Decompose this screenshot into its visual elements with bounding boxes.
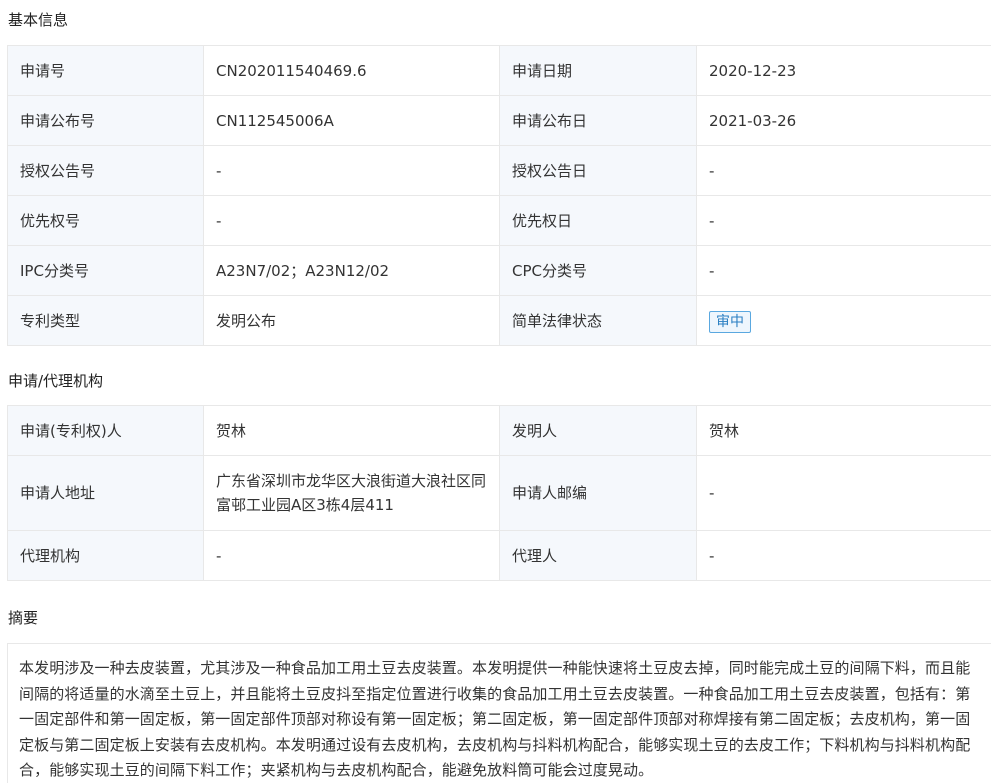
field-label: 申请人地址	[7, 455, 204, 531]
field-label: CPC分类号	[499, 245, 697, 296]
field-label: 代理机构	[7, 530, 204, 581]
field-value: -	[696, 195, 991, 246]
field-value: 贺林	[696, 405, 991, 456]
field-label: 代理人	[499, 530, 697, 581]
table-row: 授权公告号 - 授权公告日 -	[7, 145, 991, 196]
field-label: 申请人邮编	[499, 455, 697, 531]
field-label: 简单法律状态	[499, 295, 697, 346]
field-label: 专利类型	[7, 295, 204, 346]
section-title-abstract: 摘要	[8, 609, 39, 627]
field-value: -	[203, 530, 500, 581]
field-value: -	[696, 530, 991, 581]
field-label: 申请日期	[499, 45, 697, 96]
field-label: 申请(专利权)人	[7, 405, 204, 456]
field-value: A23N7/02；A23N12/02	[203, 245, 500, 296]
field-value: -	[203, 145, 500, 196]
field-label: 授权公告日	[499, 145, 697, 196]
table-row: IPC分类号 A23N7/02；A23N12/02 CPC分类号 -	[7, 245, 991, 296]
field-label: 优先权日	[499, 195, 697, 246]
section-title-basic-info: 基本信息	[8, 11, 69, 29]
field-value: CN202011540469.6	[203, 45, 500, 96]
table-row: 优先权号 - 优先权日 -	[7, 195, 991, 246]
field-value: -	[696, 455, 991, 531]
field-value: 发明公布	[203, 295, 500, 346]
field-value: 贺林	[203, 405, 500, 456]
field-value: 广东省深圳市龙华区大浪街道大浪社区同富邨工业园A区3栋4层411	[203, 455, 500, 531]
field-label: 发明人	[499, 405, 697, 456]
basic-info-table: 申请号 CN202011540469.6 申请日期 2020-12-23 申请公…	[7, 45, 991, 346]
field-label: 申请公布号	[7, 95, 204, 146]
table-row: 代理机构 - 代理人 -	[7, 530, 991, 581]
field-label: 申请号	[7, 45, 204, 96]
field-label: 授权公告号	[7, 145, 204, 196]
field-label: IPC分类号	[7, 245, 204, 296]
field-label: 申请公布日	[499, 95, 697, 146]
status-badge: 审中	[709, 310, 751, 333]
table-row: 申请(专利权)人 贺林 发明人 贺林	[7, 405, 991, 456]
field-value: 2021-03-26	[696, 95, 991, 146]
table-row: 专利类型 发明公布 简单法律状态 审中	[7, 295, 991, 346]
abstract-text: 本发明涉及一种去皮装置，尤其涉及一种食品加工用土豆去皮装置。本发明提供一种能快速…	[19, 659, 971, 779]
field-value: -	[696, 145, 991, 196]
field-value: CN112545006A	[203, 95, 500, 146]
field-value: -	[696, 245, 991, 296]
field-label: 优先权号	[7, 195, 204, 246]
legal-status-cell: 审中	[696, 295, 991, 346]
abstract-panel: 本发明涉及一种去皮装置，尤其涉及一种食品加工用土豆去皮装置。本发明提供一种能快速…	[7, 643, 991, 783]
table-row: 申请人地址 广东省深圳市龙华区大浪街道大浪社区同富邨工业园A区3栋4层411 申…	[7, 455, 991, 531]
table-row: 申请公布号 CN112545006A 申请公布日 2021-03-26	[7, 95, 991, 146]
applicant-agency-table: 申请(专利权)人 贺林 发明人 贺林 申请人地址 广东省深圳市龙华区大浪街道大浪…	[7, 405, 991, 581]
section-title-applicant-agency: 申请/代理机构	[8, 372, 104, 390]
field-value: -	[203, 195, 500, 246]
field-value: 2020-12-23	[696, 45, 991, 96]
table-row: 申请号 CN202011540469.6 申请日期 2020-12-23	[7, 45, 991, 96]
